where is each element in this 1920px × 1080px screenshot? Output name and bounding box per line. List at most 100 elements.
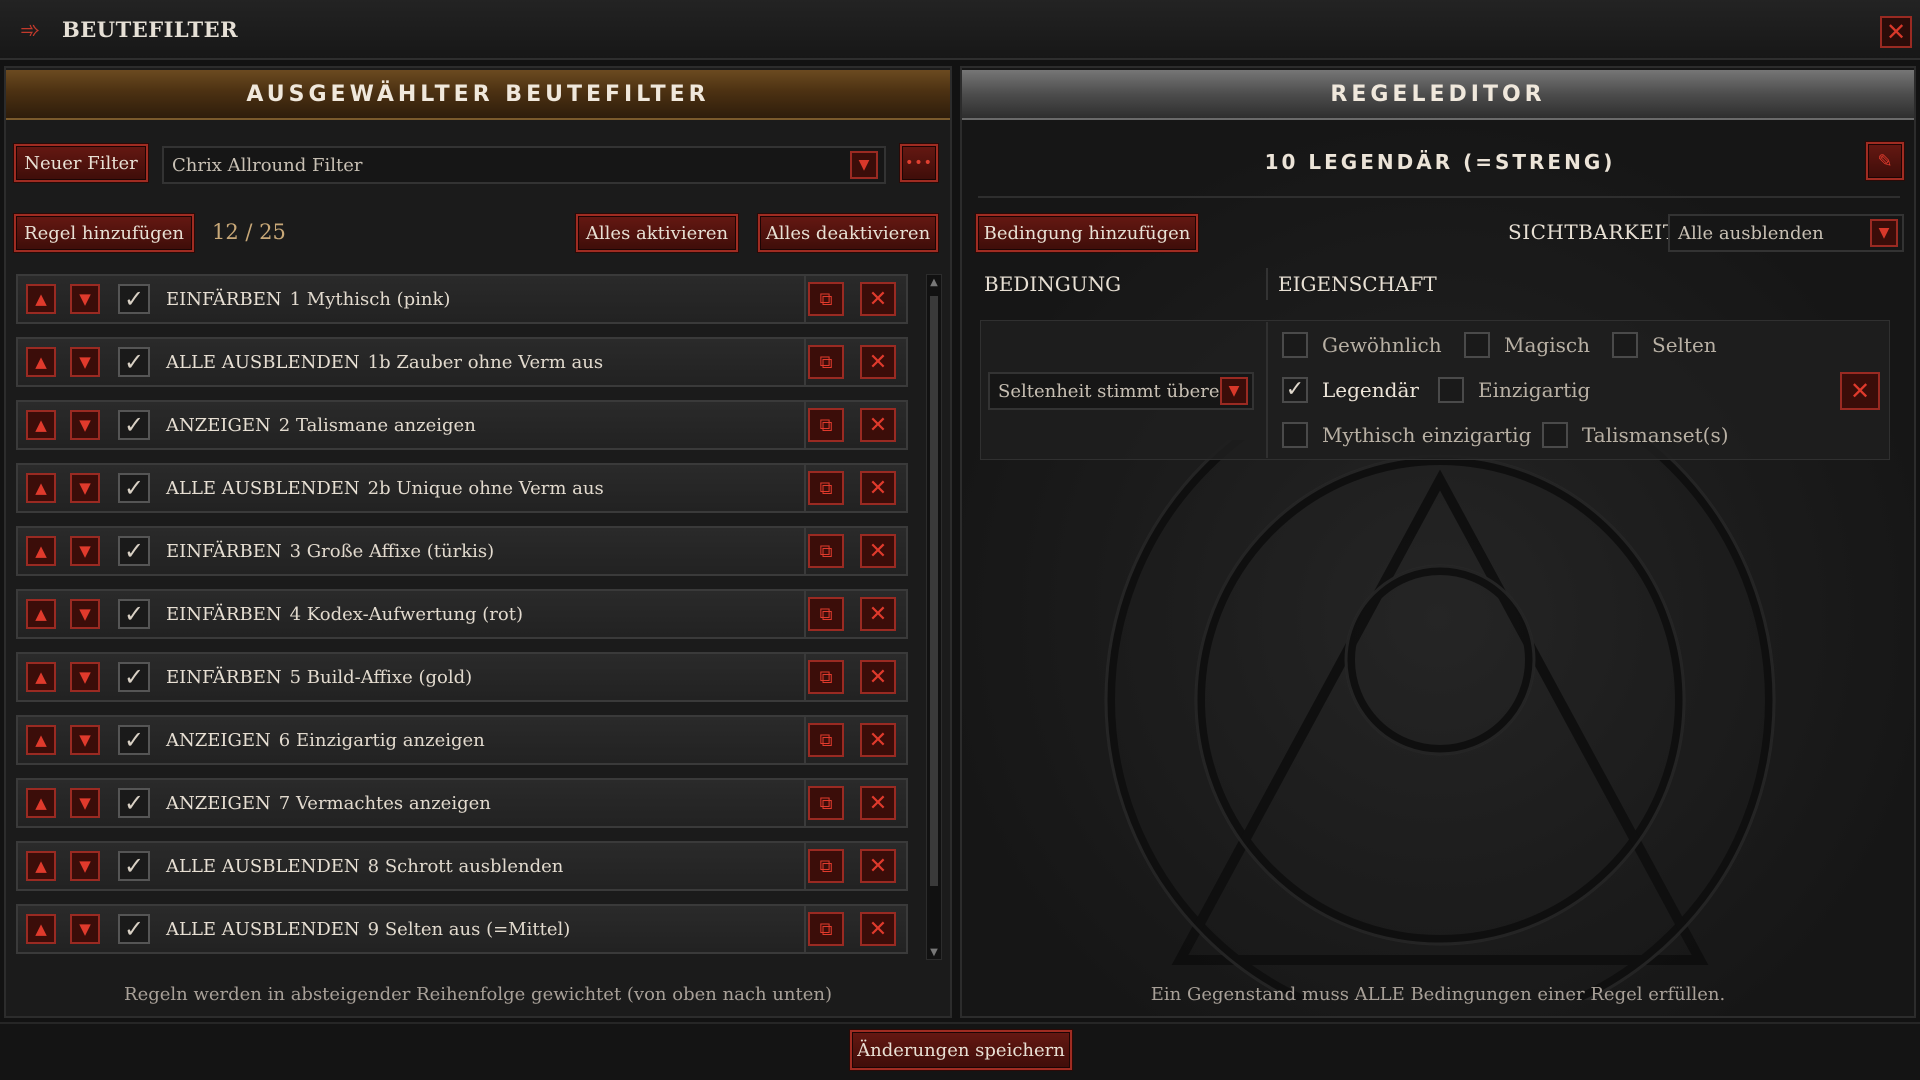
rarity-checkbox[interactable] — [1464, 332, 1490, 358]
rule-enabled-checkbox[interactable]: ✓ — [118, 536, 150, 566]
delete-rule-button[interactable]: ✕ — [860, 786, 896, 820]
rule-enabled-checkbox[interactable]: ✓ — [118, 851, 150, 881]
move-down-button[interactable]: ▼ — [70, 284, 100, 314]
move-up-button[interactable]: ▲ — [26, 410, 56, 440]
duplicate-rule-button[interactable]: ⧉ — [808, 345, 844, 379]
new-filter-button[interactable]: Neuer Filter — [14, 144, 148, 182]
scrollbar-thumb[interactable] — [930, 296, 938, 886]
deactivate-all-button[interactable]: Alles deaktivieren — [758, 214, 938, 252]
rule-enabled-checkbox[interactable]: ✓ — [118, 914, 150, 944]
rule-enabled-checkbox[interactable]: ✓ — [118, 599, 150, 629]
move-down-button[interactable]: ▼ — [70, 410, 100, 440]
rule-row[interactable]: ▲ ▼ ✓ EINFÄRBEN 4 Kodex-Aufwertung (rot) ⧉ ✕ — [16, 589, 908, 639]
rule-row[interactable]: ▲ ▼ ✓ ALLE AUSBLENDEN 9 Selten aus (=Mittel)… — [16, 904, 908, 954]
move-up-button[interactable]: ▲ — [26, 851, 56, 881]
duplicate-rule-button[interactable]: ⧉ — [808, 786, 844, 820]
move-down-button[interactable]: ▼ — [70, 599, 100, 629]
rule-row[interactable]: ▲ ▼ ✓ EINFÄRBEN 5 Build-Affixe (gold) ⧉ ✕ — [16, 652, 908, 702]
condition-type-select[interactable]: Seltenheit stimmt überein ▼ — [988, 372, 1254, 410]
rule-enabled-checkbox[interactable]: ✓ — [118, 347, 150, 377]
checkmark-icon: ✓ — [123, 600, 145, 628]
rule-enabled-checkbox[interactable]: ✓ — [118, 788, 150, 818]
duplicate-rule-button[interactable]: ⧉ — [808, 849, 844, 883]
move-up-button[interactable]: ▲ — [26, 599, 56, 629]
rule-enabled-checkbox[interactable]: ✓ — [118, 662, 150, 692]
delete-rule-button[interactable]: ✕ — [860, 534, 896, 568]
duplicate-rule-button[interactable]: ⧉ — [808, 471, 844, 505]
rule-enabled-checkbox[interactable]: ✓ — [118, 473, 150, 503]
visibility-select[interactable]: Alle ausblenden ▼ — [1668, 214, 1904, 252]
rarity-checkbox[interactable] — [1542, 422, 1568, 448]
scroll-down-icon[interactable]: ▼ — [926, 944, 942, 960]
delete-condition-button[interactable]: ✕ — [1840, 372, 1880, 410]
delete-rule-button[interactable]: ✕ — [860, 660, 896, 694]
move-up-button[interactable]: ▲ — [26, 662, 56, 692]
move-down-button[interactable]: ▼ — [70, 788, 100, 818]
rarity-checkbox[interactable] — [1282, 332, 1308, 358]
rarity-option-label: Mythisch einzigartig — [1322, 423, 1532, 447]
rule-row[interactable]: ▲ ▼ ✓ EINFÄRBEN 3 Große Affixe (türkis) ⧉ ✕ — [16, 526, 908, 576]
move-down-button[interactable]: ▼ — [70, 725, 100, 755]
chevron-down-icon[interactable]: ▼ — [850, 151, 878, 179]
checkmark-icon: ✓ — [123, 852, 145, 880]
delete-rule-button[interactable]: ✕ — [860, 849, 896, 883]
rule-label: ALLE AUSBLENDEN 2b Unique ohne Verm aus — [166, 478, 604, 499]
move-down-button[interactable]: ▼ — [70, 851, 100, 881]
delete-rule-button[interactable]: ✕ — [860, 345, 896, 379]
delete-rule-button[interactable]: ✕ — [860, 471, 896, 505]
rule-row[interactable]: ▲ ▼ ✓ ALLE AUSBLENDEN 1b Zauber ohne Verm au… — [16, 337, 908, 387]
rule-row[interactable]: ▲ ▼ ✓ ALLE AUSBLENDEN 8 Schrott ausblenden ⧉ ✕ — [16, 841, 908, 891]
duplicate-rule-button[interactable]: ⧉ — [808, 408, 844, 442]
delete-rule-button[interactable]: ✕ — [860, 282, 896, 316]
activate-all-button[interactable]: Alles aktivieren — [576, 214, 738, 252]
window-title: BEUTEFILTER — [62, 17, 239, 42]
rarity-checkbox[interactable] — [1438, 377, 1464, 403]
rule-row[interactable]: ▲ ▼ ✓ ANZEIGEN 7 Vermachtes anzeigen ⧉ ✕ — [16, 778, 908, 828]
duplicate-rule-button[interactable]: ⧉ — [808, 912, 844, 946]
move-up-button[interactable]: ▲ — [26, 788, 56, 818]
rule-row[interactable]: ▲ ▼ ✓ EINFÄRBEN 1 Mythisch (pink) ⧉ ✕ — [16, 274, 908, 324]
duplicate-rule-button[interactable]: ⧉ — [808, 723, 844, 757]
move-up-button[interactable]: ▲ — [26, 914, 56, 944]
move-up-button[interactable]: ▲ — [26, 725, 56, 755]
rarity-checkbox[interactable] — [1612, 332, 1638, 358]
move-up-button[interactable]: ▲ — [26, 536, 56, 566]
move-down-button[interactable]: ▼ — [70, 914, 100, 944]
rarity-checkbox[interactable]: ✓ — [1282, 377, 1308, 403]
chevron-down-icon[interactable]: ▼ — [1220, 377, 1248, 405]
rule-row[interactable]: ▲ ▼ ✓ ALLE AUSBLENDEN 2b Unique ohne Verm au… — [16, 463, 908, 513]
delete-rule-button[interactable]: ✕ — [860, 408, 896, 442]
add-condition-button[interactable]: Bedingung hinzufügen — [976, 214, 1198, 252]
save-changes-button[interactable]: Änderungen speichern — [850, 1030, 1072, 1070]
chevron-down-icon[interactable]: ▼ — [1870, 219, 1898, 247]
duplicate-rule-button[interactable]: ⧉ — [808, 660, 844, 694]
delete-rule-button[interactable]: ✕ — [860, 723, 896, 757]
duplicate-rule-button[interactable]: ⧉ — [808, 534, 844, 568]
copy-icon: ⧉ — [819, 351, 833, 373]
more-dots-icon: ••• — [905, 155, 933, 171]
duplicate-rule-button[interactable]: ⧉ — [808, 282, 844, 316]
scroll-up-icon[interactable]: ▲ — [926, 274, 942, 290]
duplicate-rule-button[interactable]: ⧉ — [808, 597, 844, 631]
delete-rule-button[interactable]: ✕ — [860, 597, 896, 631]
delete-rule-button[interactable]: ✕ — [860, 912, 896, 946]
close-window-button[interactable]: ✕ — [1880, 16, 1912, 48]
move-up-button[interactable]: ▲ — [26, 284, 56, 314]
filter-select[interactable]: Chrix Allround Filter ▼ — [162, 146, 886, 184]
rule-enabled-checkbox[interactable]: ✓ — [118, 725, 150, 755]
rule-row[interactable]: ▲ ▼ ✓ ANZEIGEN 2 Talismane anzeigen ⧉ ✕ — [16, 400, 908, 450]
filter-options-button[interactable]: ••• — [900, 144, 938, 182]
add-rule-button[interactable]: Regel hinzufügen — [14, 214, 194, 252]
move-down-button[interactable]: ▼ — [70, 347, 100, 377]
move-down-button[interactable]: ▼ — [70, 536, 100, 566]
move-up-button[interactable]: ▲ — [26, 347, 56, 377]
arrow-down-icon: ▼ — [79, 353, 91, 371]
rule-row[interactable]: ▲ ▼ ✓ ANZEIGEN 6 Einzigartig anzeigen ⧉ ✕ — [16, 715, 908, 765]
move-down-button[interactable]: ▼ — [70, 662, 100, 692]
move-down-button[interactable]: ▼ — [70, 473, 100, 503]
rarity-checkbox[interactable] — [1282, 422, 1308, 448]
rule-enabled-checkbox[interactable]: ✓ — [118, 284, 150, 314]
rename-rule-button[interactable]: ✎ — [1866, 142, 1904, 180]
move-up-button[interactable]: ▲ — [26, 473, 56, 503]
rule-enabled-checkbox[interactable]: ✓ — [118, 410, 150, 440]
